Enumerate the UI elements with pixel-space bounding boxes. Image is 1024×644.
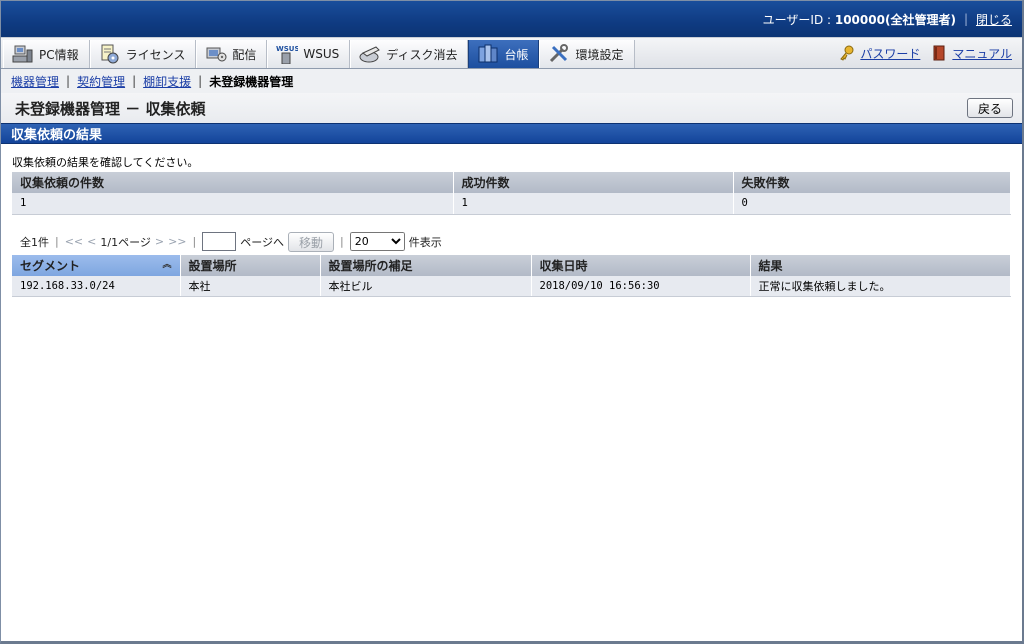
cell-segment: 192.168.33.0/24 — [12, 275, 181, 297]
breadcrumb: 機器管理 | 契約管理 | 棚卸支援 | 未登録機器管理 — [1, 69, 1022, 93]
cell-collected-at: 2018/09/10 16:56:30 — [531, 275, 751, 297]
app-window: ユーザーID : 100000(全社管理者) | 閉じる PC情報 ライセンス … — [0, 0, 1024, 644]
wsus-icon: WSUS — [276, 44, 300, 65]
header-request-count: 収集依頼の件数 — [12, 172, 454, 193]
header-failure-count: 失敗件数 — [733, 172, 1011, 193]
tab-wsus[interactable]: WSUS WSUS — [267, 40, 351, 68]
move-button[interactable]: 移動 — [288, 231, 335, 252]
result-table: セグメント ︽ 設置場所 設置場所の補足 収集日時 結果 192.168.33.0… — [12, 254, 1011, 297]
last-page-button[interactable]: >> — [168, 235, 186, 248]
table-row: 1 1 0 — [12, 193, 1011, 215]
summary-header-row: 収集依頼の件数 成功件数 失敗件数 — [12, 172, 1011, 193]
header-result[interactable]: 結果 — [750, 254, 1011, 276]
pager-separator: | — [340, 235, 344, 248]
tab-disk-erase[interactable]: ディスク消去 — [350, 40, 469, 68]
tab-label: 環境設定 — [575, 47, 624, 62]
header-segment[interactable]: セグメント ︽ — [12, 254, 181, 276]
tab-label: WSUS — [303, 47, 340, 61]
breadcrumb-contract-management[interactable]: 契約管理 — [77, 73, 125, 90]
breadcrumb-separator: | — [198, 74, 203, 88]
breadcrumb-inventory-support[interactable]: 棚卸支援 — [143, 73, 191, 90]
total-count: 全1件 — [20, 235, 49, 249]
tab-settings[interactable]: 環境設定 — [539, 40, 635, 68]
breadcrumb-device-management[interactable]: 機器管理 — [11, 73, 59, 90]
tab-distribution[interactable]: 配信 — [196, 40, 268, 68]
tab-label: PC情報 — [39, 47, 79, 62]
page-suffix: ページへ — [240, 235, 285, 249]
header-location[interactable]: 設置場所 — [180, 254, 321, 276]
page-title-row: 未登録機器管理 － 収集依頼 戻る — [1, 93, 1022, 123]
tab-label: ディスク消去 — [386, 47, 458, 62]
tab-label: ライセンス — [125, 47, 186, 62]
cell-failure-count: 0 — [733, 193, 1011, 215]
user-info: ユーザーID : 100000(全社管理者) — [763, 11, 956, 28]
summary-table: 収集依頼の件数 成功件数 失敗件数 1 1 0 — [12, 172, 1011, 215]
header-separator: | — [963, 12, 968, 26]
prev-page-button[interactable]: < — [87, 235, 96, 248]
result-header-row: セグメント ︽ 設置場所 設置場所の補足 収集日時 結果 — [12, 254, 1011, 276]
breadcrumb-separator: | — [66, 74, 71, 88]
per-page-select[interactable]: 20 — [349, 232, 405, 251]
tab-label: 台帳 — [504, 47, 529, 62]
pager-separator: | — [55, 235, 59, 248]
tab-ledger[interactable]: 台帳 — [468, 40, 540, 68]
breadcrumb-current: 未登録機器管理 — [209, 74, 294, 89]
sort-ascending-icon: ︽ — [162, 259, 172, 270]
pager: 全1件 | << < 1/1ページ > >> | ページへ 移動 | 20 件表… — [12, 231, 1011, 252]
tab-pc-info[interactable]: PC情報 — [3, 40, 90, 68]
pager-separator: | — [192, 235, 197, 248]
page-title: 未登録機器管理 － 収集依頼 — [15, 99, 206, 118]
close-link[interactable]: 閉じる — [976, 11, 1012, 28]
page-number-input[interactable] — [202, 232, 237, 251]
pc-icon — [12, 44, 34, 64]
license-icon — [99, 44, 121, 64]
user-label: ユーザーID : — [762, 12, 835, 27]
page-info: 1/1ページ — [100, 235, 151, 249]
main-tab-bar: PC情報 ライセンス 配信 WSUS WSUS ディスク消去 台帳 環境設定 パ… — [1, 37, 1022, 69]
manual-icon — [932, 45, 946, 61]
back-button[interactable]: 戻る — [966, 98, 1013, 118]
header-success-count: 成功件数 — [453, 172, 734, 193]
password-link[interactable]: パスワード — [860, 45, 920, 62]
cell-location-detail: 本社ビル — [320, 275, 532, 297]
distribution-icon — [205, 44, 227, 64]
cell-location: 本社 — [180, 275, 321, 297]
key-icon — [840, 45, 854, 61]
tab-label: 配信 — [232, 47, 257, 62]
next-page-button[interactable]: > — [155, 235, 164, 248]
section-header: 収集依頼の結果 — [1, 123, 1022, 144]
table-row: 192.168.33.0/24 本社 本社ビル 2018/09/10 16:56… — [12, 275, 1011, 297]
utility-links: パスワード マニュアル — [840, 38, 1022, 68]
manual-link[interactable]: マニュアル — [952, 45, 1012, 62]
instruction-message: 収集依頼の結果を確認してください。 — [12, 156, 199, 169]
header-location-detail[interactable]: 設置場所の補足 — [320, 254, 532, 276]
tab-license[interactable]: ライセンス — [89, 40, 197, 68]
cell-success-count: 1 — [453, 193, 734, 215]
breadcrumb-separator: | — [132, 74, 137, 88]
header-segment-label: セグメント — [20, 258, 81, 273]
settings-icon — [548, 44, 570, 64]
disk-erase-icon — [359, 44, 381, 64]
header-collected-at[interactable]: 収集日時 — [531, 254, 751, 276]
main-content: 収集依頼の結果を確認してください。 収集依頼の件数 成功件数 失敗件数 1 1 … — [1, 144, 1022, 297]
top-header: ユーザーID : 100000(全社管理者) | 閉じる — [1, 1, 1022, 37]
cell-request-count: 1 — [12, 193, 454, 215]
first-page-button[interactable]: << — [65, 235, 83, 248]
per-page-suffix: 件表示 — [408, 235, 442, 249]
user-value: 100000(全社管理者) — [834, 12, 956, 27]
wsus-icon-text: WSUS — [276, 45, 298, 53]
ledger-icon — [477, 44, 499, 64]
cell-result: 正常に収集依頼しました。 — [750, 275, 1011, 297]
